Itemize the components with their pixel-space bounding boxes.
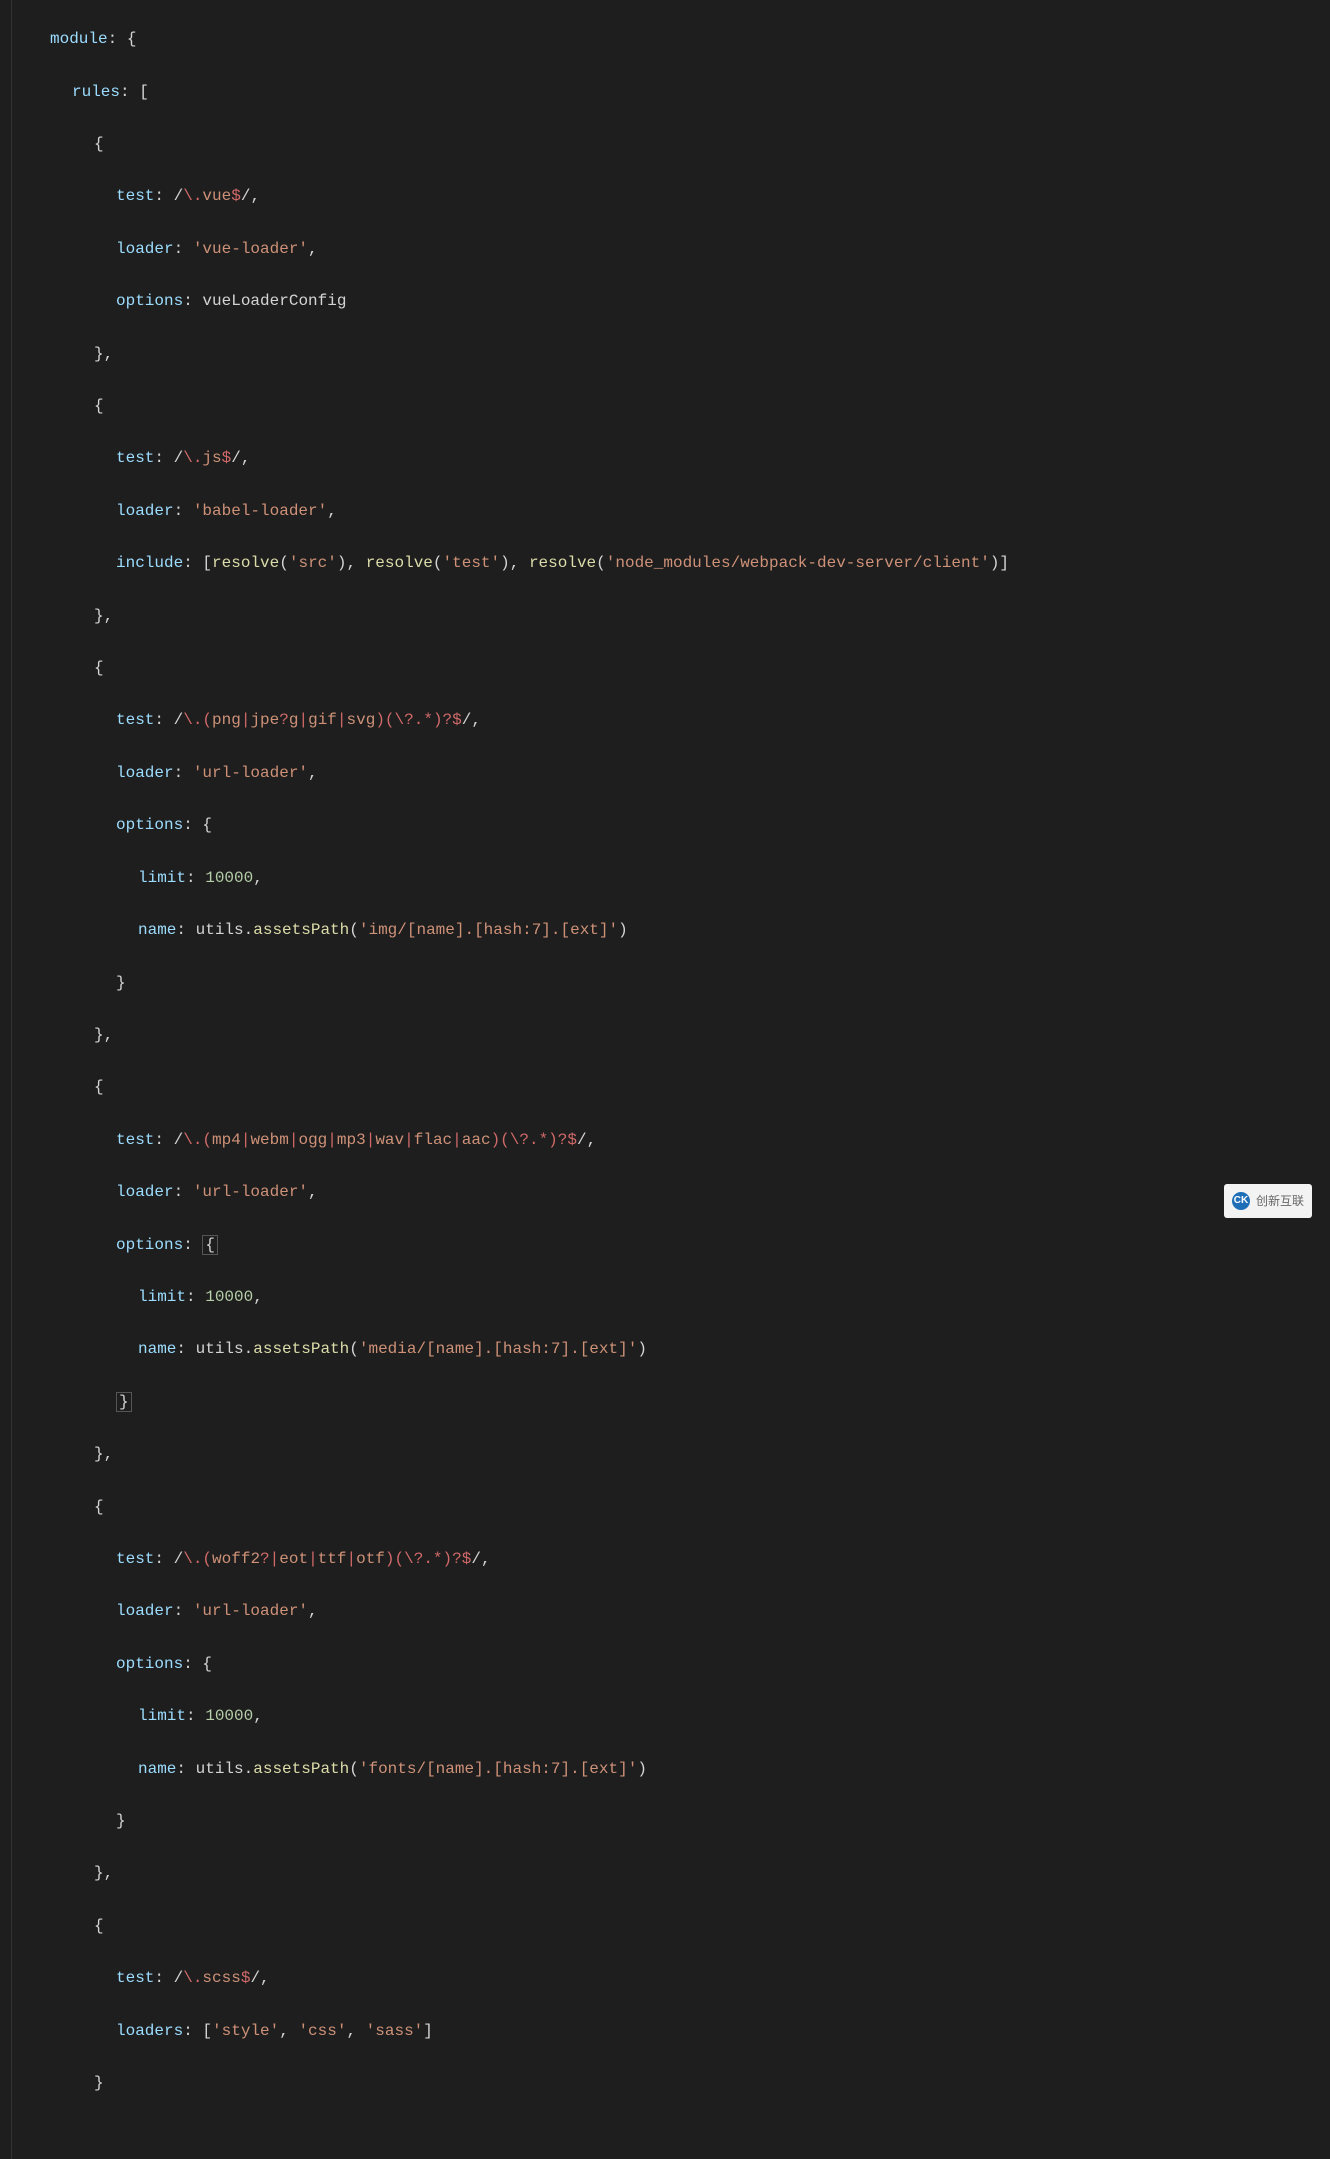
- code-line: limit: 10000,: [28, 1284, 1009, 1310]
- code-line: limit: 10000,: [28, 1703, 1009, 1729]
- code-line: test: /\.vue$/,: [28, 183, 1009, 209]
- code-line: },: [28, 603, 1009, 629]
- code-line: }: [28, 2070, 1009, 2096]
- code-line: options: {: [28, 1232, 1009, 1258]
- code-line: include: [resolve('src'), resolve('test'…: [28, 550, 1009, 576]
- code-line: }: [28, 1808, 1009, 1834]
- code-line: options: {: [28, 812, 1009, 838]
- code-line: loader: 'url-loader',: [28, 1598, 1009, 1624]
- code-line: limit: 10000,: [28, 865, 1009, 891]
- code-line: test: /\.(mp4|webm|ogg|mp3|wav|flac|aac)…: [28, 1127, 1009, 1153]
- gutter: [0, 0, 12, 2159]
- code-line: loader: 'url-loader',: [28, 1179, 1009, 1205]
- code-line: },: [28, 341, 1009, 367]
- code-line: {: [28, 1913, 1009, 1939]
- bracket-match-highlight: {: [202, 1235, 218, 1255]
- code-line: {: [28, 393, 1009, 419]
- code-line: name: utils.assetsPath('fonts/[name].[ha…: [28, 1756, 1009, 1782]
- code-line: module: {: [28, 26, 1009, 52]
- bracket-match-highlight: }: [116, 1392, 132, 1412]
- code-line: },: [28, 1860, 1009, 1886]
- code-line: },: [28, 1022, 1009, 1048]
- code-line: },: [28, 1441, 1009, 1467]
- code-line: test: /\.(woff2?|eot|ttf|otf)(\?.*)?$/,: [28, 1546, 1009, 1572]
- code-line: {: [28, 131, 1009, 157]
- code-line: loader: 'vue-loader',: [28, 236, 1009, 262]
- code-line: {: [28, 1074, 1009, 1100]
- code-line: loader: 'url-loader',: [28, 760, 1009, 786]
- code-line: }: [28, 1389, 1009, 1415]
- code-editor[interactable]: module: { rules: [ { test: /\.vue$/, loa…: [0, 0, 1330, 2159]
- code-line: rules: [: [28, 79, 1009, 105]
- watermark-text: 创新互联: [1256, 1188, 1304, 1214]
- code-line: {: [28, 1494, 1009, 1520]
- code-line: test: /\.js$/,: [28, 445, 1009, 471]
- code-line: options: vueLoaderConfig: [28, 288, 1009, 314]
- watermark: CK 创新互联: [1224, 1184, 1312, 1218]
- code-line: test: /\.scss$/,: [28, 1965, 1009, 1991]
- code-area[interactable]: module: { rules: [ { test: /\.vue$/, loa…: [12, 0, 1009, 2159]
- code-line: name: utils.assetsPath('img/[name].[hash…: [28, 917, 1009, 943]
- code-line: name: utils.assetsPath('media/[name].[ha…: [28, 1336, 1009, 1362]
- code-line: }: [28, 970, 1009, 996]
- watermark-logo-icon: CK: [1232, 1192, 1250, 1210]
- code-line: loaders: ['style', 'css', 'sass']: [28, 2018, 1009, 2044]
- code-line: loader: 'babel-loader',: [28, 498, 1009, 524]
- code-line: test: /\.(png|jpe?g|gif|svg)(\?.*)?$/,: [28, 707, 1009, 733]
- code-line: options: {: [28, 1651, 1009, 1677]
- code-line: {: [28, 655, 1009, 681]
